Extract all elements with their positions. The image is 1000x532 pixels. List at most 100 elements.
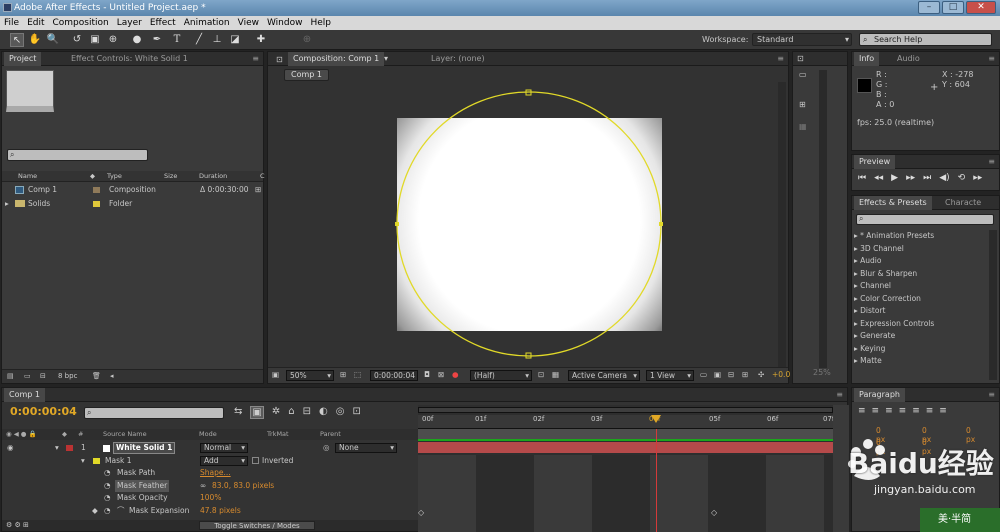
hand-tool-icon[interactable]: ✋: [28, 33, 42, 47]
effects-item[interactable]: ▸ Blur & Sharpen: [854, 268, 990, 281]
new-folder-icon[interactable]: ▭: [24, 370, 31, 383]
col-duration[interactable]: Duration: [199, 171, 227, 182]
new-comp-icon[interactable]: ⊟: [40, 370, 46, 383]
transparency-grid-icon[interactable]: ▦: [552, 368, 559, 382]
indent-first-value[interactable]: 0 px: [966, 426, 975, 444]
search-help-input[interactable]: ⌕ Search Help: [859, 33, 992, 46]
mask-vertex-left[interactable]: [395, 222, 399, 226]
timeline-icon[interactable]: ⊟: [728, 368, 734, 382]
rotation-tool-icon[interactable]: ↺: [70, 33, 84, 47]
align-left-icon[interactable]: ≡: [858, 406, 866, 416]
menu-view[interactable]: View: [234, 16, 263, 30]
resolution-select[interactable]: (Half) ▾: [470, 370, 532, 381]
selection-tool-icon[interactable]: ↖: [10, 33, 24, 47]
comp-timecode[interactable]: 0:00:00:04: [370, 370, 418, 381]
chevron-down-icon[interactable]: ▾: [55, 442, 59, 454]
current-timecode[interactable]: 0:00:00:04: [10, 405, 77, 418]
mask-row[interactable]: ▾ Mask 1 Add ▾ Inverted: [2, 455, 418, 467]
camera-tool-icon[interactable]: ▣: [88, 33, 102, 47]
mask-ellipse[interactable]: [396, 91, 662, 357]
stopwatch-icon[interactable]: ◔: [104, 492, 111, 505]
flowchart-icon[interactable]: ⊞: [255, 184, 261, 196]
pan-behind-tool-icon[interactable]: ⊕: [106, 33, 120, 47]
tab-audio[interactable]: Audio: [892, 52, 925, 66]
align-center-icon[interactable]: ≡: [872, 406, 880, 416]
label-color-swatch[interactable]: [66, 445, 73, 451]
menu-animation[interactable]: Animation: [180, 16, 234, 30]
last-frame-icon[interactable]: ⏭: [923, 173, 931, 183]
col-source-name[interactable]: Source Name: [103, 429, 147, 440]
mask-vertex-right[interactable]: [659, 222, 663, 226]
effects-item[interactable]: ▸ Generate: [854, 330, 990, 343]
audio-icon[interactable]: ◀): [939, 173, 949, 183]
parent-select[interactable]: None ▾: [335, 443, 397, 453]
menu-file[interactable]: File: [0, 16, 23, 30]
property-value[interactable]: Shape...: [200, 467, 231, 480]
eraser-tool-icon[interactable]: ◪: [228, 33, 242, 47]
link-icon[interactable]: ∞: [200, 480, 206, 493]
exposure-value[interactable]: +0.0: [772, 368, 790, 382]
col-comment[interactable]: C: [260, 171, 265, 182]
effects-item[interactable]: ▸ Color Correction: [854, 293, 990, 306]
menu-composition[interactable]: Composition: [49, 16, 113, 30]
camera-icon[interactable]: ◘: [424, 368, 430, 382]
effects-item[interactable]: ▸ Matte: [854, 355, 990, 368]
justify-left-icon[interactable]: ≡: [899, 406, 907, 416]
minimize-button[interactable]: –: [918, 1, 940, 14]
mask-mode-select[interactable]: Add ▾: [200, 456, 248, 466]
lock-icon[interactable]: ⊡: [797, 52, 804, 66]
pickwhip-icon[interactable]: ◎: [323, 442, 330, 454]
type-tool-icon[interactable]: T: [170, 33, 184, 47]
bit-depth[interactable]: 8 bpc: [58, 370, 77, 383]
stopwatch-icon[interactable]: ◔: [104, 467, 111, 480]
tab-info[interactable]: Info: [854, 52, 880, 66]
clone-stamp-tool-icon[interactable]: ⊥: [210, 33, 224, 47]
work-area-bar[interactable]: [418, 429, 833, 439]
space-after-value[interactable]: 0 px: [922, 438, 931, 456]
property-value[interactable]: 47.8 pixels: [200, 505, 241, 518]
menu-effect[interactable]: Effect: [146, 16, 180, 30]
col-parent[interactable]: Parent: [320, 429, 341, 440]
menu-layer[interactable]: Layer: [113, 16, 146, 30]
align-right-icon[interactable]: ≡: [885, 406, 893, 416]
playhead-handle[interactable]: [651, 415, 661, 423]
property-row[interactable]: ◔ Mask Path Shape...: [2, 467, 418, 480]
justify-all-icon[interactable]: ≡: [939, 406, 947, 416]
property-row[interactable]: ◔ Mask Opacity 100%: [2, 492, 418, 505]
property-value[interactable]: 83.0, 83.0 pixels: [212, 480, 274, 493]
current-time-indicator[interactable]: [656, 429, 657, 532]
time-navigator[interactable]: [418, 407, 833, 413]
time-ruler[interactable]: 00f 01f 02f 03f 04f 05f 06f 07f: [418, 415, 834, 429]
col-size[interactable]: Size: [164, 171, 177, 182]
brainstorm-icon[interactable]: ◎: [336, 406, 345, 419]
channel-icon[interactable]: ●: [452, 368, 459, 382]
mask-color-swatch[interactable]: [93, 458, 100, 464]
hide-shy-icon[interactable]: ⌂: [288, 406, 294, 419]
col-trkmat[interactable]: TrkMat: [267, 429, 289, 440]
fast-previews-icon[interactable]: ▣: [714, 368, 721, 382]
chevron-down-icon[interactable]: ▾: [81, 455, 85, 467]
motion-blur-icon[interactable]: ◐: [319, 406, 328, 419]
next-frame-icon[interactable]: ▸▸: [906, 173, 915, 183]
maximize-button[interactable]: □: [942, 1, 964, 14]
checker-icon[interactable]: ▦: [799, 122, 807, 131]
play-icon[interactable]: ▶: [891, 173, 898, 183]
toggle-switches-modes-button[interactable]: Toggle Switches / Modes: [199, 521, 315, 530]
scroll-left-icon[interactable]: ◂: [110, 370, 114, 383]
effects-item[interactable]: ▸ * Animation Presets: [854, 230, 990, 243]
effects-item[interactable]: ▸ Distort: [854, 305, 990, 318]
property-value[interactable]: 100%: [200, 492, 221, 505]
puppet-tool-icon[interactable]: ✚: [254, 33, 268, 47]
loop-icon[interactable]: ⟲: [958, 173, 966, 183]
layer-mode-select[interactable]: Normal ▾: [200, 443, 248, 453]
space-before-value[interactable]: 0 px: [876, 438, 885, 456]
time-graph[interactable]: 00f 01f 02f 03f 04f 05f 06f 07f ◇ ◇: [418, 405, 849, 532]
effects-item[interactable]: ▸ 3D Channel: [854, 243, 990, 256]
effects-item[interactable]: ▸ Expression Controls: [854, 318, 990, 331]
menu-window[interactable]: Window: [263, 16, 307, 30]
graph-editor-icon[interactable]: ⊡: [352, 406, 360, 419]
graph-icon[interactable]: ⌒: [117, 505, 125, 518]
effects-search-input[interactable]: ⌕: [856, 214, 994, 225]
tab-timeline-comp[interactable]: Comp 1: [4, 388, 45, 402]
keyframe-icon[interactable]: ◇: [418, 508, 424, 517]
